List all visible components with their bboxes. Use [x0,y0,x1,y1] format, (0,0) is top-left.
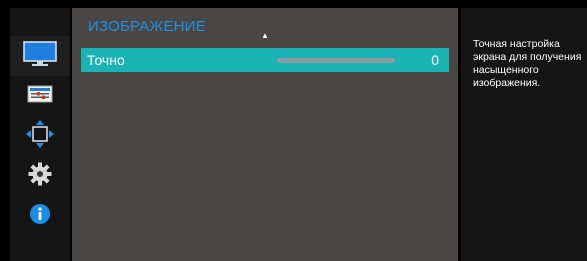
menu-row-fine[interactable]: Точно 0 [81,48,449,72]
position-size-icon [25,119,55,154]
gear-icon [28,162,52,191]
info-icon [29,203,51,230]
sidebar [10,8,70,261]
help-text: Точная настройка экрана для получения на… [473,38,582,89]
fine-slider[interactable] [277,58,395,63]
sidebar-item-settings[interactable] [10,156,70,196]
sidebar-item-position-size[interactable] [10,116,70,156]
row-label: Точно [87,52,125,68]
sidebar-item-picture[interactable] [10,36,70,76]
monitor-picture-icon [23,40,57,72]
menu-title: ИЗОБРАЖЕНИЕ [88,18,206,35]
row-value: 0 [431,52,439,68]
onscreen-display-icon [27,85,53,108]
help-panel: Точная настройка экрана для получения на… [461,8,587,261]
sidebar-item-information[interactable] [10,196,70,236]
scroll-up-icon[interactable]: ▲ [261,32,269,40]
sidebar-item-onscreen-display[interactable] [10,76,70,116]
osd-menu: ИЗОБРАЖЕНИЕ ▲ Точно 0 Точная настройка э… [0,0,587,261]
menu-panel: ИЗОБРАЖЕНИЕ ▲ Точно 0 [72,8,458,261]
